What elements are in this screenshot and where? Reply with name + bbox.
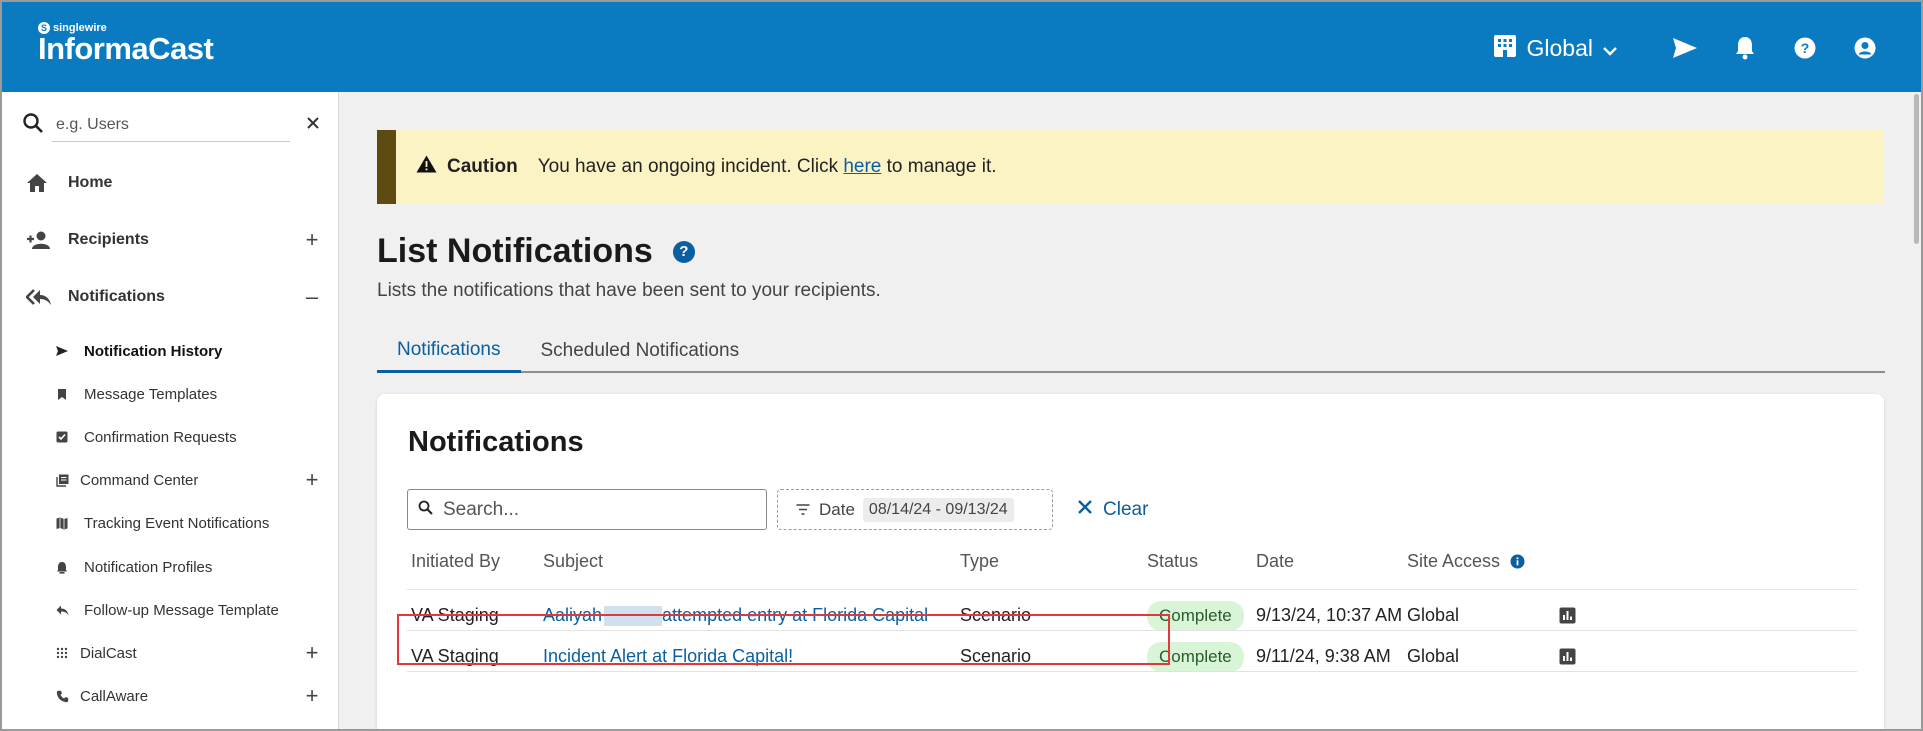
sidebar: e.g. Users Home Recipients + Notificatio… — [2, 92, 339, 729]
map-icon — [54, 517, 70, 530]
sidebar-item-home[interactable]: Home — [26, 168, 322, 198]
search-icon — [22, 112, 44, 139]
add-person-icon — [26, 230, 54, 250]
clear-button[interactable]: Clear — [1077, 489, 1148, 530]
bookmark-icon — [54, 388, 70, 401]
close-icon — [1077, 499, 1093, 521]
redacted-block — [604, 605, 663, 626]
home-icon — [26, 173, 54, 193]
sidebar-item-message-templates[interactable]: Message Templates — [54, 380, 322, 408]
column-header-status[interactable]: Status — [1147, 549, 1198, 573]
svg-text:?: ? — [1801, 40, 1810, 56]
building-icon — [1493, 32, 1517, 64]
send-icon[interactable] — [1655, 33, 1715, 63]
app-window: S singlewire InformaCast Global ? e.g. U… — [0, 0, 1923, 731]
date-filter-value: 08/14/24 - 09/13/24 — [862, 497, 1014, 522]
expand-icon[interactable]: + — [302, 640, 322, 666]
card-title: Notifications — [408, 426, 584, 458]
page-subtitle: Lists the notifications that have been s… — [377, 280, 881, 301]
date-filter-label: Date — [819, 499, 855, 519]
tab-scheduled-notifications[interactable]: Scheduled Notifications — [521, 329, 760, 373]
tab-bar: Notifications Scheduled Notifications — [377, 329, 1885, 373]
sidebar-item-recipients[interactable]: Recipients + — [26, 225, 322, 255]
collapse-icon[interactable]: – — [302, 284, 322, 310]
help-icon[interactable]: ? — [672, 240, 695, 263]
notifications-card: Notifications Search... Date 08/14/24 - … — [377, 394, 1884, 729]
sidebar-search-input[interactable]: e.g. Users — [56, 116, 306, 134]
brand-name: InformaCast — [38, 31, 214, 66]
expand-icon[interactable]: + — [302, 227, 322, 253]
alarm-icon — [54, 561, 70, 574]
sidebar-item-notification-profiles[interactable]: Notification Profiles — [54, 553, 322, 581]
site-selector[interactable]: Global — [1493, 32, 1617, 64]
tab-notifications[interactable]: Notifications — [377, 329, 521, 373]
scrollbar[interactable] — [1914, 94, 1919, 244]
sidebar-item-confirmation-requests[interactable]: Confirmation Requests — [54, 423, 322, 451]
date-filter[interactable]: Date 08/14/24 - 09/13/24 — [777, 489, 1053, 530]
status-badge: Complete — [1147, 641, 1244, 672]
dialpad-icon — [54, 647, 70, 660]
manage-incident-link[interactable]: here — [843, 156, 881, 177]
checkbox-icon — [54, 431, 70, 443]
close-icon[interactable] — [306, 116, 320, 135]
column-header-date[interactable]: Date — [1256, 549, 1294, 573]
page-title: List Notifications ? — [377, 232, 695, 271]
reply-icon — [54, 605, 70, 616]
account-icon[interactable] — [1835, 33, 1895, 63]
caution-banner: Caution You have an ongoing incident. Cl… — [377, 130, 1884, 204]
reply-all-icon — [26, 287, 54, 307]
table-row[interactable] — [407, 671, 1857, 722]
top-bar: S singlewire InformaCast Global ? — [2, 2, 1921, 92]
sidebar-search[interactable]: e.g. Users — [22, 108, 320, 142]
sidebar-item-notifications[interactable]: Notifications – — [26, 282, 322, 312]
filter-icon — [796, 500, 810, 520]
chevron-down-icon — [1603, 35, 1617, 62]
expand-icon[interactable]: + — [302, 467, 322, 493]
sidebar-item-command-center[interactable]: Command Center + — [54, 466, 322, 494]
caution-title: Caution — [447, 156, 518, 177]
column-header-subject[interactable]: Subject — [543, 549, 603, 573]
caution-text: You have an ongoing incident. Click here… — [537, 156, 997, 177]
logo[interactable]: S singlewire InformaCast — [38, 22, 214, 66]
search-placeholder: Search... — [443, 498, 520, 520]
send-icon — [54, 345, 70, 357]
sidebar-item-follow-up-message-template[interactable]: Follow-up Message Template — [54, 596, 322, 624]
column-header-initiated-by[interactable]: Initiated By — [411, 549, 500, 573]
warning-icon — [416, 155, 437, 179]
site-label: Global — [1526, 34, 1593, 61]
sidebar-item-dialcast[interactable]: DialCast + — [54, 639, 322, 667]
main-content: Caution You have an ongoing incident. Cl… — [340, 92, 1921, 729]
bell-icon[interactable] — [1715, 33, 1775, 63]
status-badge: Complete — [1147, 600, 1244, 631]
sidebar-item-notification-history[interactable]: Notification History — [54, 337, 322, 365]
column-header-type[interactable]: Type — [960, 549, 999, 573]
expand-icon[interactable]: + — [302, 683, 322, 709]
sidebar-item-tracking-event-notifications[interactable]: Tracking Event Notifications — [54, 509, 322, 537]
help-icon[interactable]: ? — [1775, 33, 1835, 63]
search-input[interactable]: Search... — [407, 489, 767, 530]
sidebar-item-callaware[interactable]: CallAware + — [54, 682, 322, 710]
phone-icon — [54, 690, 70, 703]
info-icon[interactable] — [1510, 554, 1525, 569]
search-icon — [418, 500, 433, 520]
column-header-site-access[interactable]: Site Access — [1407, 549, 1525, 573]
library-icon — [54, 474, 70, 487]
